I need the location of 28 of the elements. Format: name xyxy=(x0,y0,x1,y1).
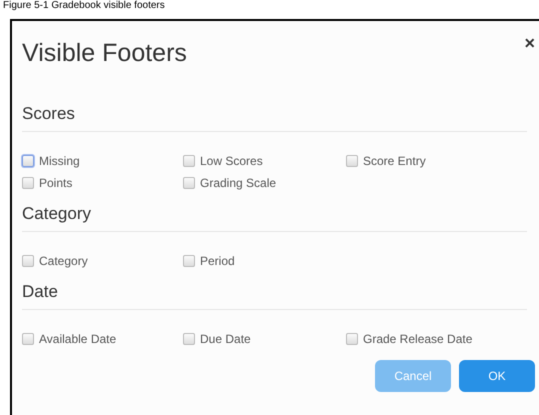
figure-caption: Figure 5-1 Gradebook visible footers xyxy=(3,0,165,11)
checkbox-label: Due Date xyxy=(200,332,251,346)
checkbox-label: Available Date xyxy=(39,332,116,346)
checkbox-label: Score Entry xyxy=(363,154,426,168)
checkbox[interactable] xyxy=(183,155,195,167)
checkbox[interactable] xyxy=(346,333,358,345)
section-heading: Category xyxy=(22,204,527,232)
checkbox[interactable] xyxy=(183,177,195,189)
checkbox[interactable] xyxy=(183,333,195,345)
checkbox[interactable] xyxy=(22,177,34,189)
checkbox-label: Grading Scale xyxy=(200,176,276,190)
checkbox[interactable] xyxy=(22,333,34,345)
checkbox-label: Points xyxy=(39,176,72,190)
ok-button[interactable]: OK xyxy=(459,360,535,392)
checkbox[interactable] xyxy=(22,255,34,267)
checkbox[interactable] xyxy=(22,155,34,167)
cancel-button[interactable]: Cancel xyxy=(375,360,451,392)
checkbox-label: Category xyxy=(39,254,88,268)
dialog-title: Visible Footers xyxy=(22,39,187,68)
checkbox[interactable] xyxy=(346,155,358,167)
checkbox-label: Low Scores xyxy=(200,154,263,168)
checkbox-label: Grade Release Date xyxy=(363,332,472,346)
section-heading: Date xyxy=(22,282,527,310)
checkbox[interactable] xyxy=(183,255,195,267)
checkbox-label: Missing xyxy=(39,154,80,168)
close-button[interactable]: × xyxy=(520,35,539,51)
checkbox-label: Period xyxy=(200,254,235,268)
section-heading: Scores xyxy=(22,104,527,132)
